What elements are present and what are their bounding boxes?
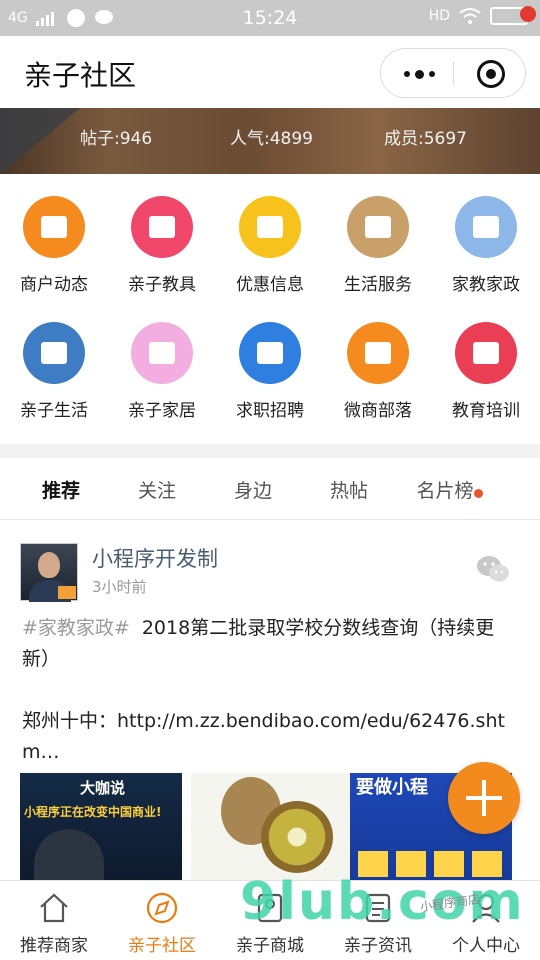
title-bar: 亲子社区 <box>0 36 540 108</box>
store-icon <box>23 196 85 258</box>
category-grid: 商户动态 亲子教具 优惠信息 生活服务 家教家政亲子生活 亲子家居 求职招聘 微商部落 教育培训 <box>0 174 540 444</box>
books-icon <box>455 322 517 384</box>
post-topic[interactable]: #家教家政# <box>22 617 130 639</box>
briefcase-icon <box>239 322 301 384</box>
category-item[interactable]: 亲子家居 <box>108 300 216 421</box>
image-caption: 要做小程 <box>356 777 428 798</box>
tab-badge-dot <box>474 489 483 498</box>
nav-label: 亲子社区 <box>128 936 196 956</box>
clover-icon <box>347 196 409 258</box>
shopping-bag-icon <box>239 196 301 258</box>
island-icon <box>23 322 85 384</box>
tab-item[interactable]: 名片榜 <box>397 476 493 503</box>
nav-label: 亲子资讯 <box>344 936 412 956</box>
stroller-icon <box>131 322 193 384</box>
category-item[interactable]: 微商部落 <box>324 300 432 421</box>
tab-item[interactable]: 关注 <box>109 476 205 503</box>
community-banner: 帖子:946 人气:4899 成员:5697 <box>0 108 540 174</box>
wechat-share-icon[interactable] <box>476 555 510 583</box>
post-time: 3小时前 <box>92 578 147 596</box>
category-item[interactable]: 商户动态 <box>0 174 108 295</box>
icon-glyph <box>473 342 499 364</box>
category-label: 微商部落 <box>344 401 412 421</box>
tab-label: 身边 <box>233 480 272 502</box>
popularity-count: 人气:4899 <box>230 129 313 149</box>
category-label: 亲子生活 <box>20 401 88 421</box>
category-item[interactable]: 求职招聘 <box>216 300 324 421</box>
category-label: 生活服务 <box>344 275 412 295</box>
category-label: 家教家政 <box>452 275 520 295</box>
posts-count: 帖子:946 <box>80 129 153 149</box>
icon-glyph <box>41 342 67 364</box>
mini-program-capsule <box>380 48 526 98</box>
icon-glyph <box>473 216 499 238</box>
tab-label: 名片榜 <box>416 480 474 502</box>
tab-label: 热帖 <box>329 480 368 502</box>
image-subcaption: 小程序正在改变中国商业! <box>24 805 162 819</box>
section-separator <box>0 444 540 458</box>
watermark: 9lub.com <box>240 872 525 932</box>
paint-roller-icon <box>131 196 193 258</box>
members-count: 成员:5697 <box>384 129 467 149</box>
close-target-icon[interactable] <box>477 60 505 88</box>
more-icon[interactable] <box>399 63 439 85</box>
speaker-figure <box>34 829 104 881</box>
feed-tabs: 推荐 关注 身边 热帖 名片榜 <box>0 458 540 520</box>
category-item[interactable]: 家教家政 <box>432 174 540 295</box>
wifi-icon <box>459 8 481 24</box>
icon-glyph <box>41 216 67 238</box>
chat-bubble-icon <box>347 322 409 384</box>
category-label: 亲子教具 <box>128 275 196 295</box>
category-label: 求职招聘 <box>236 401 304 421</box>
icon-glyph <box>257 342 283 364</box>
post-card[interactable]: 小程序开发制 3小时前 #家教家政# 2018第二批录取学校分数线查询（持续更新）… <box>0 521 540 881</box>
capsule-divider <box>453 62 454 86</box>
cartoon-icon <box>455 196 517 258</box>
category-label: 亲子家居 <box>128 401 196 421</box>
icon-glyph <box>365 342 391 364</box>
tab-item[interactable]: 推荐 <box>13 476 109 503</box>
tab-label: 推荐 <box>41 480 80 502</box>
nav-label: 推荐商家 <box>20 936 88 956</box>
add-post-button[interactable] <box>448 762 520 834</box>
post-images: 大咖说 小程序正在改变中国商业! 要做小程 <box>20 773 520 881</box>
tab-label: 关注 <box>137 480 176 502</box>
icon-glyph <box>149 216 175 238</box>
icon-glyph <box>257 216 283 238</box>
page-title: 亲子社区 <box>24 59 137 92</box>
post-image-1[interactable]: 大咖说 小程序正在改变中国商业! <box>20 773 182 881</box>
compass-icon <box>146 892 178 924</box>
post-author[interactable]: 小程序开发制 <box>92 543 218 573</box>
tab-item[interactable]: 身边 <box>205 476 301 503</box>
category-item[interactable]: 生活服务 <box>324 174 432 295</box>
tab-item[interactable]: 热帖 <box>301 476 397 503</box>
nav-item[interactable]: 亲子社区 <box>108 881 216 960</box>
category-label: 商户动态 <box>20 275 88 295</box>
home-icon <box>40 893 68 923</box>
status-right: HD <box>428 7 531 25</box>
nav-item[interactable]: 推荐商家 <box>0 881 108 960</box>
post-image-2[interactable] <box>191 773 353 881</box>
icon-glyph <box>365 216 391 238</box>
image-caption: 大咖说 <box>80 779 126 797</box>
hd-label: HD <box>428 8 450 24</box>
avatar[interactable] <box>20 543 78 602</box>
nav-label: 个人中心 <box>452 936 520 956</box>
category-label: 教育培训 <box>452 401 520 421</box>
post-content[interactable]: #家教家政# 2018第二批录取学校分数线查询（持续更新） 郑州十中：http:/… <box>22 613 522 768</box>
icon-glyph <box>149 342 175 364</box>
category-item[interactable]: 亲子教具 <box>108 174 216 295</box>
nav-label: 亲子商城 <box>236 936 304 956</box>
category-item[interactable]: 优惠信息 <box>216 174 324 295</box>
notification-dot <box>520 6 536 22</box>
category-label: 优惠信息 <box>236 275 304 295</box>
kiwi-half <box>261 801 333 873</box>
status-bar: 4G 15:24 HD <box>0 0 540 36</box>
category-item[interactable]: 教育培训 <box>432 300 540 421</box>
verified-badge-icon <box>58 586 76 599</box>
post-text: 郑州十中：http://m.zz.bendibao.com/edu/62476.… <box>22 710 505 763</box>
category-item[interactable]: 亲子生活 <box>0 300 108 421</box>
